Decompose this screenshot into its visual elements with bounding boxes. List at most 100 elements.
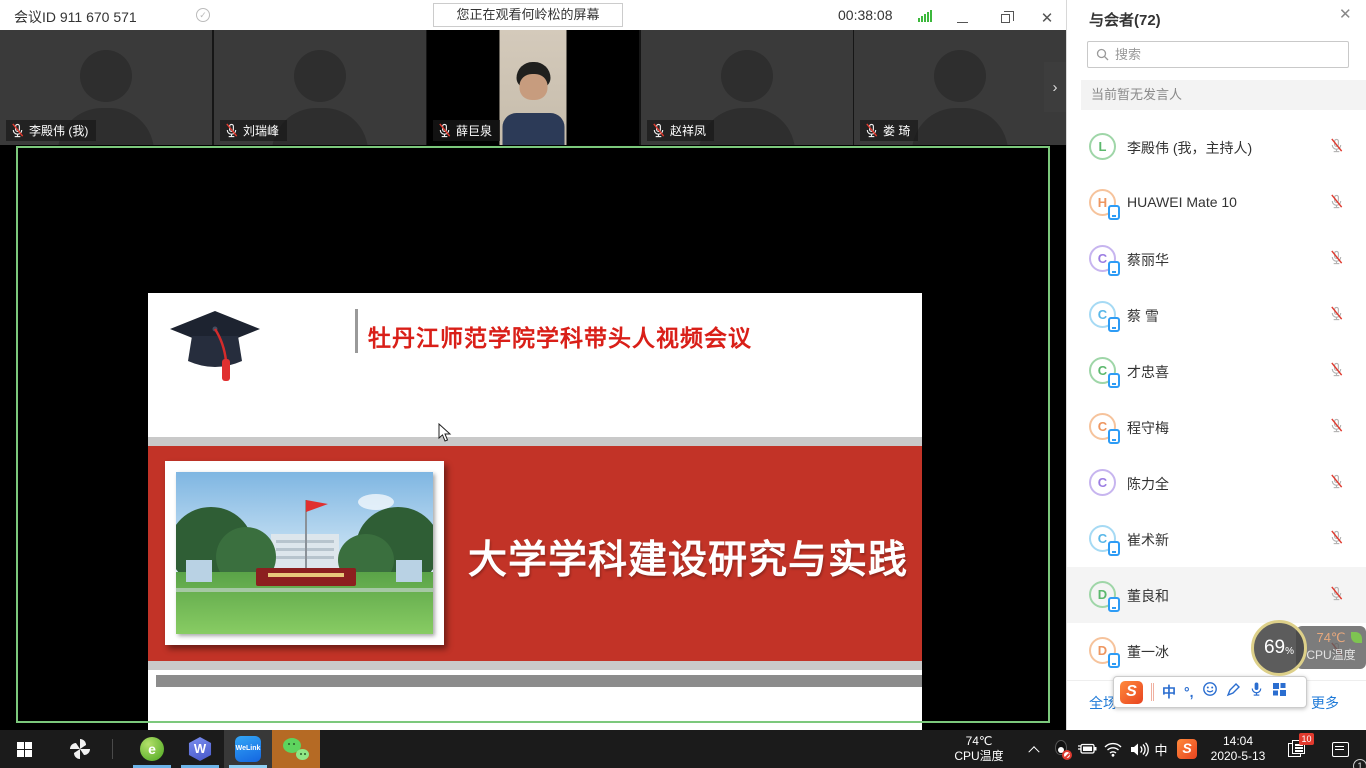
start-button[interactable] (0, 730, 48, 768)
shared-screen-area: 牡丹江师范学院学科带头人视频会议 (0, 145, 1066, 730)
wifi-tray-icon[interactable] (1100, 730, 1126, 768)
restore-button[interactable] (988, 0, 1022, 30)
participant-avatar: D (1089, 637, 1116, 664)
participant-mute-button[interactable] (1329, 306, 1344, 326)
action-center-button[interactable]: 1 (1322, 730, 1358, 768)
ime-divider (1151, 683, 1154, 701)
phone-badge-icon (1108, 541, 1120, 556)
tray-expand-button[interactable] (1022, 730, 1046, 768)
avatar-silhouette (934, 50, 986, 102)
close-button[interactable]: ✕ (1030, 0, 1064, 30)
phone-badge-icon (1108, 597, 1120, 612)
emoji-icon[interactable] (1202, 677, 1218, 707)
sogou-logo-icon[interactable]: S (1120, 681, 1143, 704)
video-tile[interactable]: 薛巨泉 (427, 30, 639, 145)
tile-name-label: 刘瑞峰 (220, 120, 287, 141)
muted-mic-icon (864, 123, 879, 138)
more-button[interactable]: 更多 (1311, 693, 1339, 713)
ime-language-button[interactable]: 中 (1162, 677, 1176, 707)
participant-mute-button[interactable] (1329, 474, 1344, 494)
video-tile[interactable]: 李殿伟 (我) (0, 30, 212, 145)
phone-badge-icon (1108, 429, 1120, 444)
participants-panel: 与会者(72) ✕ 当前暂无发言人 L李殿伟 (我，主持人) HHUAWEI M… (1066, 0, 1366, 730)
network-signal-icon (918, 10, 932, 22)
meeting-id-label: 会议ID 911 670 571 (14, 7, 137, 27)
participant-name: 赵祥凤 (670, 122, 706, 139)
participant-avatar: L (1089, 133, 1116, 160)
participant-row[interactable]: C程守梅 (1067, 399, 1366, 455)
video-tile[interactable]: 赵祥凤 (641, 30, 853, 145)
notes-tray-icon[interactable]: 10 (1280, 730, 1314, 768)
participant-row[interactable]: D 董良和 (1067, 567, 1366, 623)
sogou-s-icon: S (1177, 739, 1197, 759)
taskbar-date: 2020-5-13 (1211, 749, 1266, 764)
meeting-app-window: 会议ID 911 670 571 ✓ 您正在观看何岭松的屏幕 00:38:08 … (0, 0, 1366, 768)
campus-photo-frame (165, 461, 444, 645)
panel-close-button[interactable]: ✕ (1339, 5, 1352, 23)
participant-name: 刘瑞峰 (243, 122, 279, 139)
participant-mute-button[interactable] (1329, 138, 1344, 158)
muted-mic-icon (1329, 250, 1344, 265)
participant-row[interactable]: L李殿伟 (我，主持人) (1067, 119, 1366, 175)
participant-mute-button[interactable] (1329, 362, 1344, 382)
participant-row[interactable]: C才忠喜 (1067, 343, 1366, 399)
ime-punctuation-button[interactable]: °, (1184, 677, 1194, 707)
sogou-tray-icon[interactable]: S (1174, 730, 1200, 768)
wechat-app-button[interactable] (272, 730, 320, 768)
taskbar-time: 14:04 (1223, 734, 1253, 749)
wifi-icon (1103, 742, 1123, 757)
participant-avatar: C (1089, 469, 1116, 496)
qq-tray-icon[interactable] (1048, 730, 1074, 768)
ime-panel-grid-icon[interactable] (1272, 677, 1287, 707)
participant-mute-button[interactable] (1329, 530, 1344, 550)
campus-photo (176, 472, 433, 634)
participant-search-box[interactable] (1087, 41, 1349, 68)
participant-avatar: D (1089, 581, 1116, 608)
slide-dark-bar (156, 675, 922, 687)
search-input[interactable] (1115, 47, 1315, 62)
muted-mic-icon (651, 123, 666, 138)
muted-mic-icon (1329, 586, 1344, 601)
participant-row[interactable]: C 陈力全 (1067, 455, 1366, 511)
participant-mute-button[interactable] (1329, 250, 1344, 270)
participant-mute-button[interactable] (1329, 194, 1344, 214)
participant-mute-button[interactable] (1329, 418, 1344, 438)
participant-name: 陈力全 (1127, 474, 1169, 494)
taskbar-cpu-temp: 74℃ CPU温度 (944, 730, 1014, 768)
video-tile[interactable]: 刘瑞峰 (214, 30, 426, 145)
video-strip-next-button[interactable]: › (1044, 62, 1066, 112)
volume-tray-icon[interactable] (1126, 730, 1152, 768)
windows-logo-icon (17, 742, 32, 757)
participant-row[interactable]: HHUAWEI Mate 10 (1067, 175, 1366, 231)
welink-icon: WeLink (235, 736, 261, 762)
video-tile[interactable]: 娄 琦 (854, 30, 1066, 145)
wechat-icon (283, 738, 309, 760)
ime-tray-indicator[interactable]: 中 (1150, 730, 1172, 768)
phone-badge-icon (1108, 205, 1120, 220)
participant-name: 董良和 (1127, 586, 1169, 606)
voice-input-icon[interactable] (1249, 677, 1264, 707)
browser-icon: e (140, 737, 164, 761)
muted-mic-icon (1329, 306, 1344, 321)
participant-row[interactable]: C蔡 雪 (1067, 287, 1366, 343)
mouse-cursor (438, 423, 452, 443)
battery-plug-icon (1076, 742, 1098, 756)
participant-mute-button[interactable] (1329, 586, 1344, 606)
browser-app-button[interactable]: e (128, 730, 176, 768)
handwriting-pen-icon[interactable] (1226, 677, 1241, 707)
taskbar-clock[interactable]: 14:04 2020-5-13 (1202, 730, 1274, 768)
pinwheel-icon (68, 737, 92, 761)
participant-row[interactable]: C蔡丽华 (1067, 231, 1366, 287)
wps-app-button[interactable]: W (176, 730, 224, 768)
muted-mic-icon (1329, 362, 1344, 377)
participant-row[interactable]: C崔术新 (1067, 511, 1366, 567)
participant-avatar: C (1089, 357, 1116, 384)
taskbar-cpu-temp-label: CPU温度 (954, 749, 1003, 764)
percent-value: 69 (1264, 637, 1285, 659)
muted-mic-icon (1329, 138, 1344, 153)
battery-tray-icon[interactable] (1074, 730, 1100, 768)
pinwheel-app-button[interactable] (56, 730, 104, 768)
welink-app-button[interactable]: WeLink (224, 730, 272, 768)
muted-mic-icon (1329, 530, 1344, 545)
minimize-button[interactable] (945, 0, 979, 30)
